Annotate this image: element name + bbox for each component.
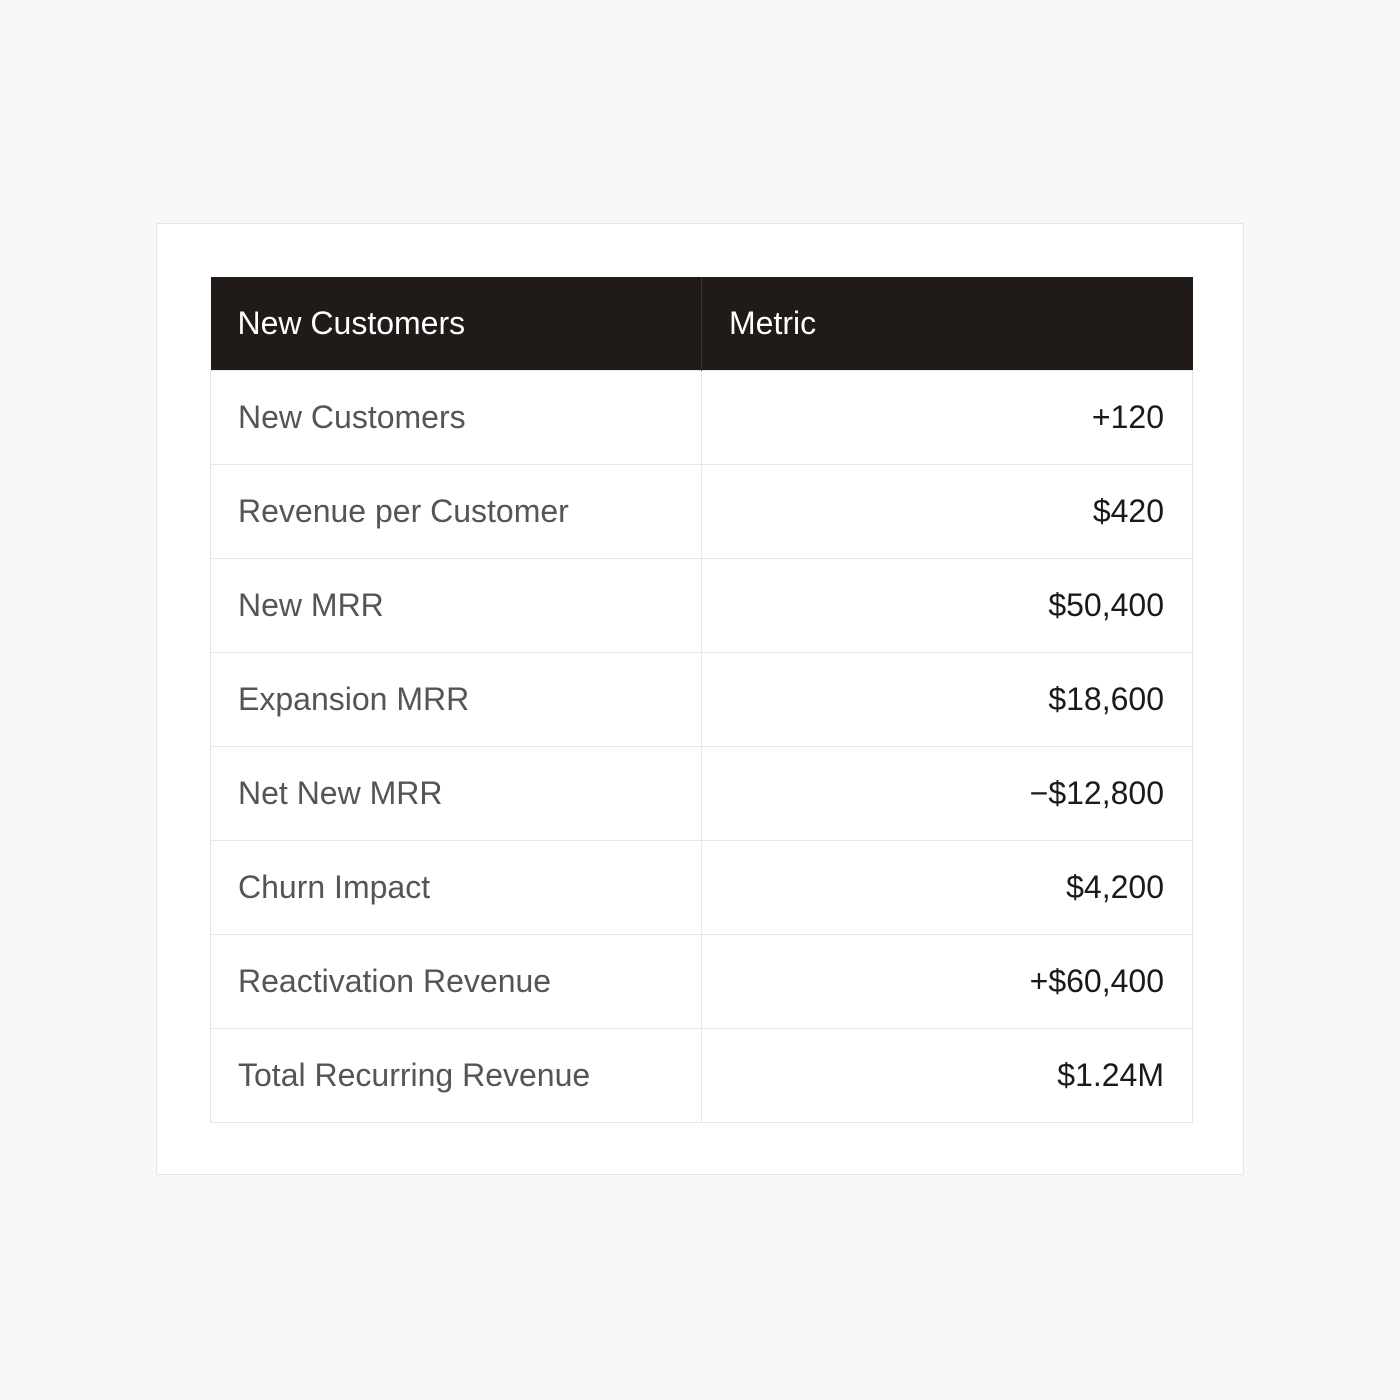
table-row: Churn Impact $4,200 — [210, 839, 1193, 935]
table-header-row: New Customers Metric — [210, 277, 1193, 370]
table-row: Total Recurring Revenue $1.24M — [210, 1027, 1193, 1123]
row-value: $18,600 — [701, 651, 1193, 747]
table-row: Reactivation Revenue +$60,400 — [210, 933, 1193, 1029]
row-label: Total Recurring Revenue — [210, 1027, 702, 1123]
row-value: +$60,400 — [701, 933, 1193, 1029]
row-label: Reactivation Revenue — [210, 933, 702, 1029]
row-value: $50,400 — [701, 557, 1193, 653]
row-value: $420 — [701, 463, 1193, 559]
row-label: Net New MRR — [210, 745, 702, 841]
row-label: Expansion MRR — [210, 651, 702, 747]
table-row: Revenue per Customer $420 — [210, 463, 1193, 559]
row-label: Churn Impact — [210, 839, 702, 935]
row-value: −$12,800 — [701, 745, 1193, 841]
column-header-metric[interactable]: Metric — [701, 277, 1193, 370]
row-value: $1.24M — [701, 1027, 1193, 1123]
table-row: New Customers +120 — [210, 369, 1193, 465]
metrics-table: New Customers Metric New Customers +120 … — [210, 277, 1193, 1123]
metrics-card: New Customers Metric New Customers +120 … — [156, 223, 1244, 1175]
row-label: Revenue per Customer — [210, 463, 702, 559]
column-header-new-customers[interactable]: New Customers — [210, 277, 702, 370]
row-value: $4,200 — [701, 839, 1193, 935]
row-label: New Customers — [210, 369, 702, 465]
table-row: Expansion MRR $18,600 — [210, 651, 1193, 747]
table-row: Net New MRR −$12,800 — [210, 745, 1193, 841]
table-row: New MRR $50,400 — [210, 557, 1193, 653]
row-value: +120 — [701, 369, 1193, 465]
row-label: New MRR — [210, 557, 702, 653]
